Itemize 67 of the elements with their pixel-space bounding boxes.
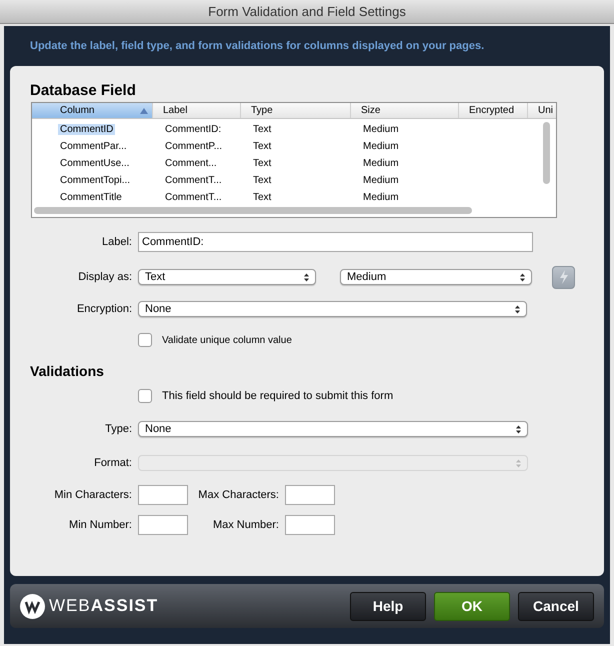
table-cell-text: Text	[252, 140, 272, 152]
column-header[interactable]: Column	[32, 103, 153, 118]
section-heading: Validations	[30, 362, 105, 381]
table-cell-text: CommentT...	[164, 174, 223, 186]
checkbox-label: Validate unique column value	[162, 334, 292, 348]
field-label: Min Characters:	[54, 488, 132, 501]
field-label: Type:	[105, 422, 132, 435]
column-header[interactable]: Uni	[528, 103, 556, 118]
encryption-select[interactable]: None	[138, 301, 527, 317]
table-cell-text: Text	[252, 192, 272, 202]
table-cell-text: Text	[252, 124, 272, 134]
banner-text: Update the label, field type, and form validations for columns displayed on your pages.	[30, 38, 484, 54]
table-cell-text: Medium	[362, 124, 400, 134]
lightning-icon	[558, 270, 568, 284]
dialog-button[interactable]: OK	[434, 592, 510, 620]
label-field[interactable]: CommentID:	[138, 232, 533, 252]
table-cell[interactable]: CommentPar...	[58, 140, 129, 152]
table-cell[interactable]: CommentTopi...	[58, 174, 132, 186]
table-cell-text: CommentID:	[164, 124, 222, 134]
max-characters-field[interactable]	[285, 485, 335, 505]
sort-ascending-icon	[140, 108, 148, 114]
table-cell-text: CommentP...	[164, 140, 224, 152]
checkbox-label: This field should be required to submit this form	[162, 388, 394, 404]
table-cell-text: Text	[252, 174, 272, 186]
table-cell-text: Medium	[362, 174, 400, 186]
table-cell-text: Comment...	[164, 158, 218, 168]
table-cell[interactable]: CommentTitle	[58, 192, 124, 202]
table-cell[interactable]: CommentID	[58, 124, 116, 134]
checkbox[interactable]	[138, 333, 152, 347]
field-label: Format:	[94, 456, 132, 469]
horizontal-scrollbar[interactable]	[34, 207, 472, 214]
logo-icon	[20, 594, 45, 618]
checkbox[interactable]	[138, 389, 152, 403]
column-header[interactable]: Encrypted	[459, 103, 528, 118]
table-cell[interactable]: CommentUse...	[58, 158, 132, 168]
field-label: Max Characters:	[198, 488, 279, 501]
column-header[interactable]: Size	[351, 103, 459, 118]
max-number-field[interactable]	[285, 515, 335, 535]
brand-name: WEBASSIST	[49, 595, 158, 618]
field-label: Min Number:	[69, 518, 132, 531]
validation-type-select[interactable]: None	[138, 421, 528, 437]
field-label: Max Number:	[212, 518, 279, 531]
dialog-button[interactable]: Cancel	[518, 592, 594, 620]
stepper-icon	[515, 304, 520, 314]
field-label: Label:	[102, 236, 132, 248]
dialog-button[interactable]: Help	[350, 592, 426, 620]
display-type-select[interactable]: Text	[138, 269, 316, 285]
table-cell-text: Text	[252, 158, 272, 168]
table-cell-text: Medium	[362, 158, 400, 168]
size-select[interactable]: Medium	[340, 269, 532, 285]
table-cell-text: Medium	[362, 192, 400, 202]
min-number-field[interactable]	[138, 515, 188, 535]
vertical-scrollbar[interactable]	[543, 122, 550, 184]
stepper-icon	[516, 424, 521, 434]
field-label: Display as:	[78, 270, 132, 283]
stepper-icon	[516, 458, 521, 468]
stepper-icon	[520, 272, 525, 282]
stepper-icon	[304, 272, 309, 282]
column-header[interactable]: Label	[153, 103, 241, 118]
table-cell-text: CommentT...	[164, 192, 223, 202]
column-header[interactable]: Type	[241, 103, 351, 118]
window-title: Form Validation and Field Settings	[208, 2, 406, 21]
min-characters-field[interactable]	[138, 485, 188, 505]
table-cell-text: Medium	[362, 140, 400, 152]
field-label: Encryption:	[76, 302, 132, 315]
section-heading: Database Field	[30, 81, 137, 101]
lightning-button[interactable]	[552, 266, 575, 288]
